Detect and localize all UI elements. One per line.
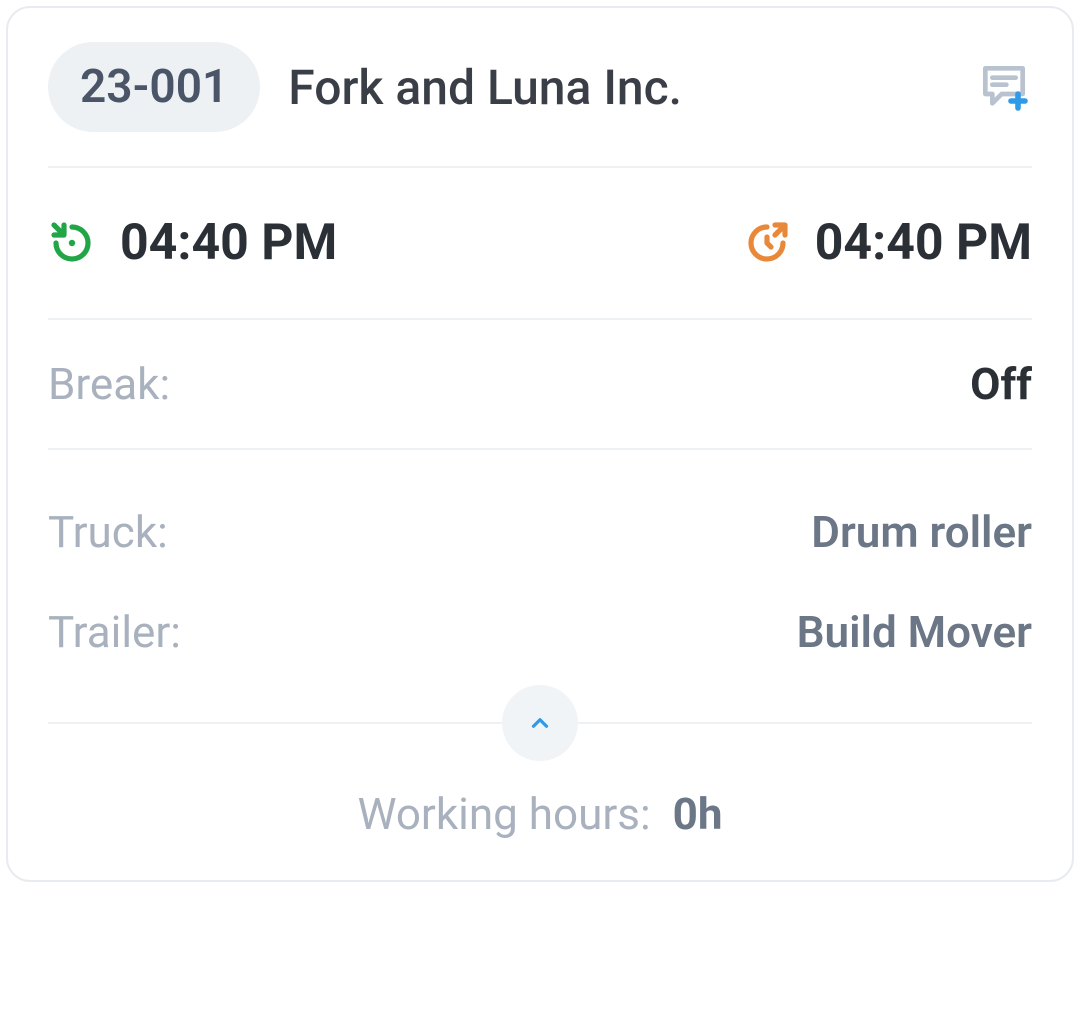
- chevron-up-icon: [527, 710, 553, 736]
- break-label: Break:: [48, 358, 170, 410]
- trailer-label: Trailer:: [48, 606, 181, 658]
- break-row[interactable]: Break: Off: [48, 320, 1032, 448]
- collapse-divider: [48, 722, 1032, 724]
- end-time-value: 04:40 PM: [815, 214, 1032, 272]
- working-hours-value: 0h: [673, 788, 723, 840]
- clock-in-icon: [48, 219, 96, 267]
- start-time-value: 04:40 PM: [120, 214, 337, 272]
- truck-label: Truck:: [48, 506, 168, 558]
- working-hours-label: Working hours:: [357, 788, 650, 840]
- card-header: 23-001 Fork and Luna Inc.: [48, 42, 1032, 166]
- trailer-row[interactable]: Trailer: Build Mover: [48, 582, 1032, 682]
- header-left: 23-001 Fork and Luna Inc.: [48, 42, 682, 132]
- clock-out-icon: [743, 219, 791, 267]
- times-row: 04:40 PM 04:40 PM: [48, 168, 1032, 318]
- truck-value: Drum roller: [811, 506, 1032, 558]
- job-card: 23-001 Fork and Luna Inc. 04:40 PM: [6, 6, 1074, 882]
- job-id-badge: 23-001: [48, 42, 260, 132]
- start-time-block[interactable]: 04:40 PM: [48, 214, 337, 272]
- break-value: Off: [970, 358, 1032, 410]
- vehicle-section: Truck: Drum roller Trailer: Build Mover: [48, 450, 1032, 710]
- note-plus-icon: [976, 59, 1032, 115]
- truck-row[interactable]: Truck: Drum roller: [48, 482, 1032, 582]
- end-time-block[interactable]: 04:40 PM: [743, 214, 1032, 272]
- company-name: Fork and Luna Inc.: [288, 59, 682, 116]
- add-note-button[interactable]: [976, 59, 1032, 115]
- collapse-button[interactable]: [502, 685, 578, 761]
- trailer-value: Build Mover: [797, 606, 1032, 658]
